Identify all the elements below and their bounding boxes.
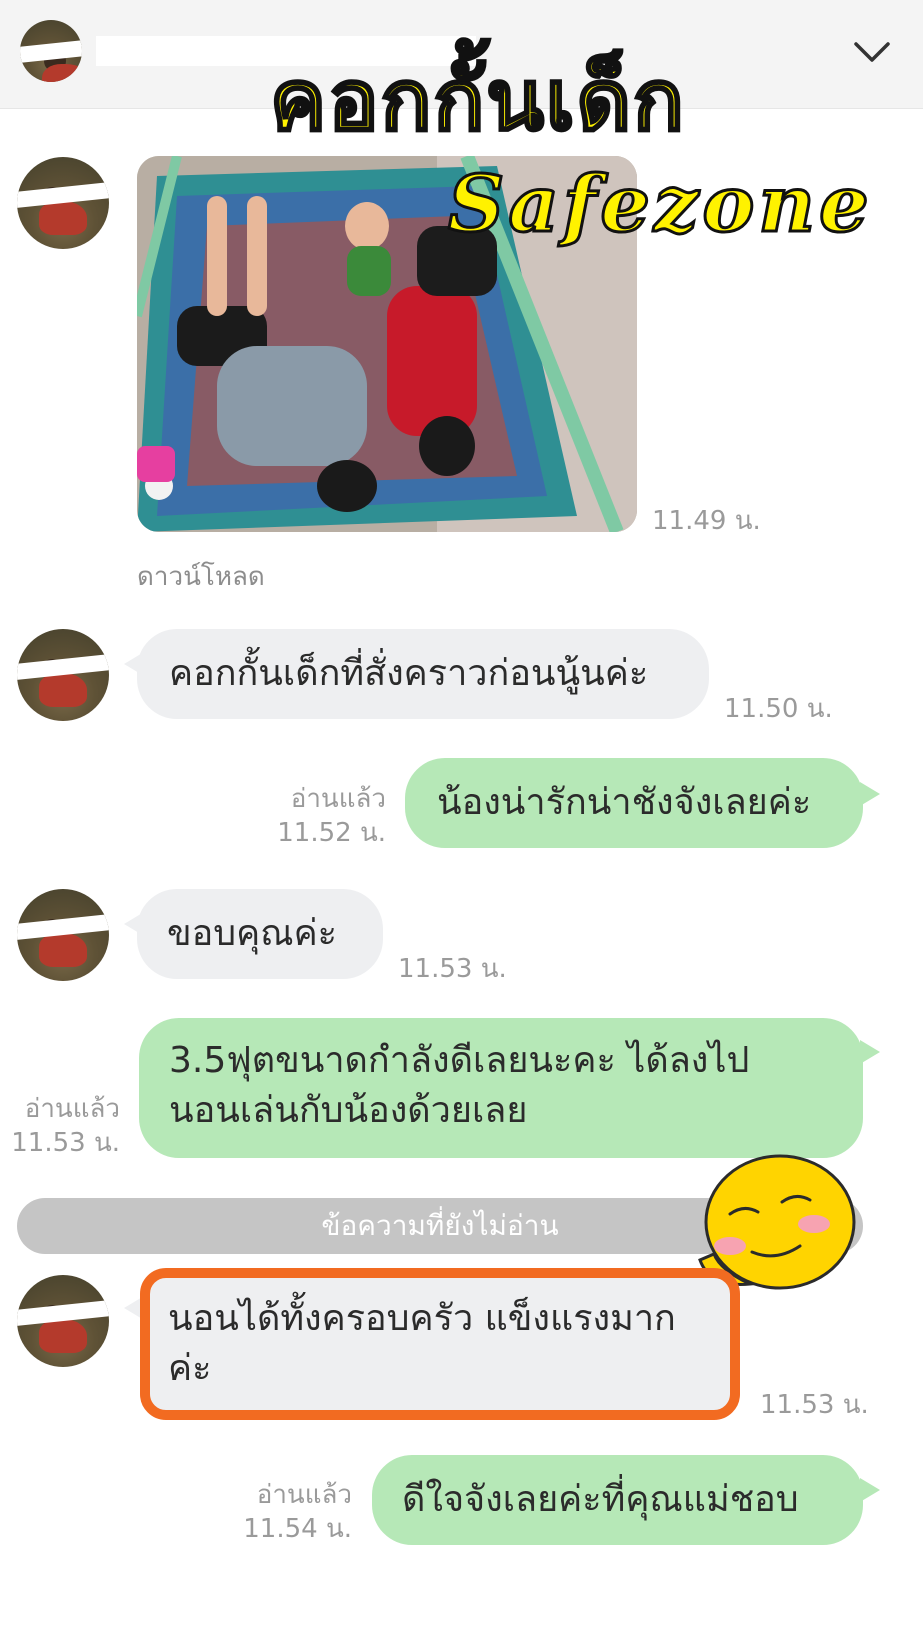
contact-avatar[interactable] [17,889,109,981]
message-time: 11.50 น. [724,694,833,724]
avatar-figure [39,201,87,235]
read-receipt: อ่านแล้ว 11.53 น. [6,1092,120,1160]
contact-avatar[interactable] [17,1275,109,1367]
outgoing-message-bubble[interactable]: 3.5ฟุตขนาดกำลังดีเลยนะคะ ได้ลงไป นอนเล่น… [139,1018,863,1158]
read-receipt: อ่านแล้ว 11.52 น. [270,782,386,850]
contact-avatar[interactable] [20,20,82,82]
message-text-line: นอนได้ทั้งครอบครัว แข็งแรงมาก [168,1298,676,1339]
message-time: 11.53 น. [760,1390,869,1420]
message-time: 11.52 น. [277,818,386,848]
outgoing-message-bubble[interactable]: ดีใจจังเลยค่ะที่คุณแม่ชอบ [372,1455,863,1545]
contact-avatar[interactable] [17,629,109,721]
read-receipt: อ่านแล้ว 11.54 น. [236,1478,352,1546]
message-text: น้องน่ารักน่าชังจังเลยค่ะ [437,782,812,823]
chevron-down-icon[interactable] [852,36,892,66]
read-status: อ่านแล้ว [290,784,386,814]
read-status: อ่านแล้ว [256,1480,352,1510]
avatar-figure [39,1319,87,1353]
message-text-line: ค่ะ [168,1348,212,1389]
message-time: 11.54 น. [243,1514,352,1544]
message-text: ขอบคุณค่ะ [167,913,337,954]
bubble-tail [860,1040,880,1064]
message-text: ดีใจจังเลยค่ะที่คุณแม่ชอบ [402,1479,799,1520]
contact-avatar[interactable] [17,157,109,249]
incoming-message-bubble[interactable]: คอกกั้นเด็กที่สั่งคราวก่อนนู้นค่ะ [137,629,709,719]
overlay-title: คอกกั้นเด็ก [269,51,686,150]
message-time: 11.53 น. [398,954,507,984]
incoming-message-bubble[interactable]: นอนได้ทั้งครอบครัว แข็งแรงมาก ค่ะ [150,1276,730,1412]
avatar-figure [39,673,87,707]
avatar-privacy-mask [20,36,82,64]
message-text: คอกกั้นเด็กที่สั่งคราวก่อนนู้นค่ะ [169,653,649,694]
outgoing-message-bubble[interactable]: น้องน่ารักน่าชังจังเลยค่ะ [405,758,863,848]
message-time: 11.53 น. [11,1128,120,1158]
message-time: 11.49 น. [652,506,761,536]
incoming-message-bubble[interactable]: ขอบคุณค่ะ [137,889,383,979]
download-link[interactable]: ดาวน์โหลด [137,556,265,597]
message-text-line: 3.5ฟุตขนาดกำลังดีเลยนะคะ ได้ลงไป [169,1040,750,1081]
overlay-subtitle: Safezone [447,158,873,251]
message-text-line: นอนเล่นกับน้องด้วยเลย [169,1090,528,1131]
avatar-figure [42,64,82,82]
bubble-tail [860,1478,880,1502]
bubble-tail [860,782,880,806]
read-status: อ่านแล้ว [24,1094,120,1124]
avatar-figure [39,933,87,967]
